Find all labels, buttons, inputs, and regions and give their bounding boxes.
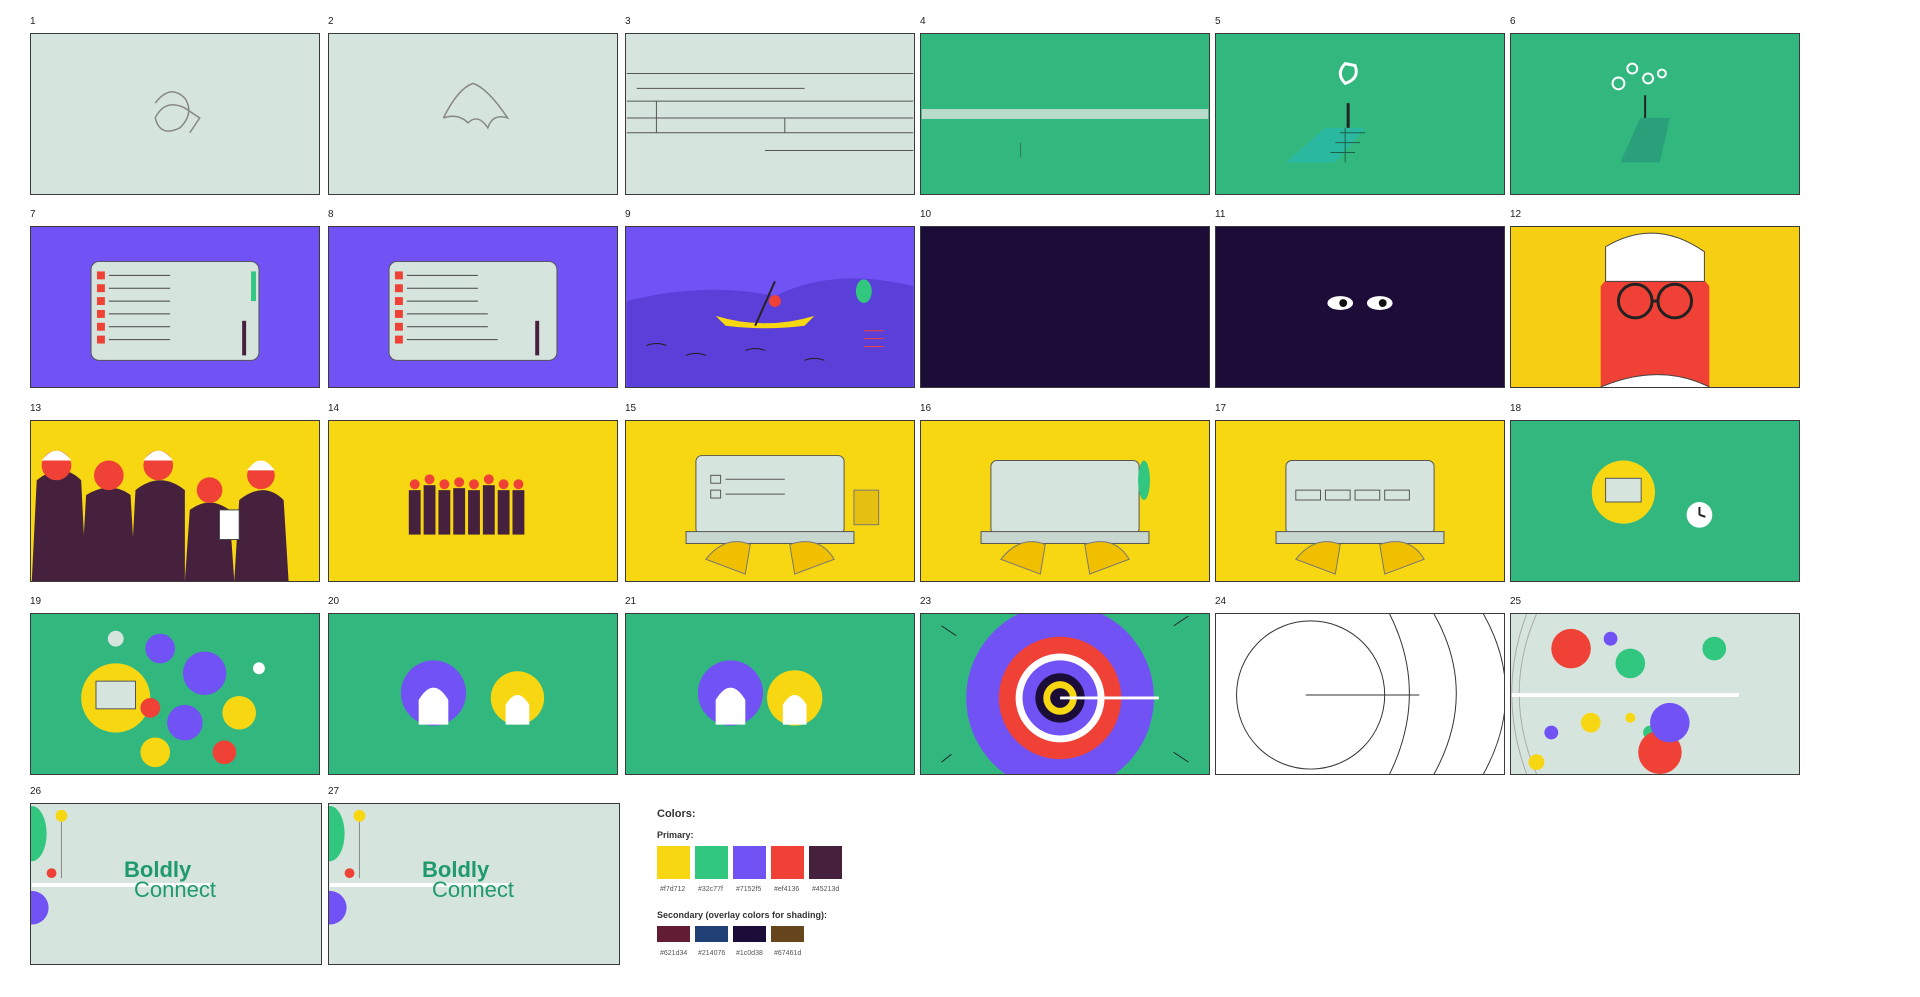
laptop-hands — [685, 455, 880, 575]
storyboard-frame-11[interactable] — [1215, 226, 1505, 388]
checklist-board — [388, 261, 558, 361]
frame-number: 21 — [625, 596, 637, 607]
color-swatch — [695, 926, 728, 942]
storyboard-frame-12[interactable] — [1510, 226, 1800, 388]
frame-number: 27 — [328, 786, 340, 797]
color-hex: #32c77f — [698, 886, 723, 893]
storyboard-frame-16[interactable] — [920, 420, 1210, 582]
storyboard-frame-8[interactable] — [328, 226, 618, 388]
storyboard-frame-6[interactable] — [1510, 33, 1800, 195]
sketch-shape — [442, 82, 510, 130]
crowd-row — [408, 474, 525, 535]
frame-number: 11 — [1215, 209, 1226, 220]
frame-number: 25 — [1510, 596, 1522, 607]
frame-number: 15 — [625, 403, 637, 414]
stairs-bubbles — [1611, 62, 1670, 163]
frame-number: 26 — [30, 786, 42, 797]
frame-number: 23 — [920, 596, 932, 607]
circle-laptop-clock — [1591, 460, 1713, 528]
color-hex: #214076 — [698, 950, 726, 957]
eyes-in-dark — [1327, 296, 1393, 310]
frame-number: 14 — [328, 403, 340, 414]
logo-wordmark-line2: Connect — [432, 877, 514, 902]
color-hex: #7152f5 — [736, 886, 762, 893]
color-hex: #f7d712 — [660, 886, 686, 893]
checklist-board — [90, 261, 260, 361]
outline-circles — [1236, 614, 1504, 774]
frame-number: 4 — [920, 16, 926, 27]
frame-number: 17 — [1215, 403, 1227, 414]
frame-number: 19 — [30, 596, 42, 607]
frame-number: 10 — [920, 209, 932, 220]
primary-label: Primary: — [657, 830, 694, 840]
frame-number: 16 — [920, 403, 932, 414]
storyboard-frame-9[interactable] — [625, 226, 915, 388]
stairs-figure — [1285, 62, 1365, 163]
storyboard-frame-13[interactable] — [30, 420, 320, 582]
frame-number: 6 — [1510, 16, 1516, 27]
storyboard-frame-18[interactable] — [1510, 420, 1800, 582]
secondary-label: Secondary (overlay colors for shading): — [657, 910, 828, 920]
color-hex: #621d34 — [660, 950, 688, 957]
storyboard-frame-25[interactable] — [1510, 613, 1800, 775]
network-bubbles — [1511, 614, 1739, 774]
storyboard-frame-10[interactable] — [920, 226, 1210, 388]
horizon-band — [921, 109, 1209, 158]
color-swatch — [771, 926, 804, 942]
color-swatch — [657, 846, 690, 879]
frame-number: 20 — [328, 596, 340, 607]
storyboard-frame-1[interactable] — [30, 33, 320, 195]
logo-wordmark-line2: Connect — [134, 877, 216, 902]
storyboard-frame-21[interactable] — [625, 613, 915, 775]
color-hex: #67461d — [774, 950, 802, 957]
colors-title: Colors: — [657, 808, 696, 820]
frame-number: 7 — [30, 209, 36, 220]
color-swatch — [771, 846, 804, 879]
storyboard-frame-27[interactable]: Boldly Connect — [328, 803, 620, 965]
line-sketch — [626, 73, 914, 152]
frame-number: 13 — [30, 403, 42, 414]
storyboard-frame-23[interactable] — [920, 613, 1210, 775]
high-five-bubbles — [697, 660, 823, 726]
storyboard-frame-2[interactable] — [328, 33, 618, 195]
storyboard-frame-7[interactable] — [30, 226, 320, 388]
frame-number: 8 — [328, 209, 334, 220]
storyboard-frame-26[interactable]: Boldly Connect — [30, 803, 322, 965]
frame-number: 5 — [1215, 16, 1221, 27]
frame-number: 2 — [328, 16, 334, 27]
laptop-hands — [980, 460, 1150, 575]
color-swatch — [695, 846, 728, 879]
frame-number: 24 — [1215, 596, 1227, 607]
sketch-doodle — [154, 91, 201, 134]
color-swatch — [809, 846, 842, 879]
storyboard-frame-14[interactable] — [328, 420, 618, 582]
storyboard-frame-19[interactable] — [30, 613, 320, 775]
color-swatch — [733, 926, 766, 942]
storyboard-frame-20[interactable] — [328, 613, 618, 775]
storyboard-frame-24[interactable] — [1215, 613, 1505, 775]
two-people-bubbles — [400, 660, 545, 726]
color-hex: #ef4136 — [774, 886, 800, 893]
frame-number: 3 — [625, 16, 631, 27]
frame-number: 9 — [625, 209, 631, 220]
target-rings — [941, 614, 1189, 774]
storyboard-frame-5[interactable] — [1215, 33, 1505, 195]
laptop-dashboard — [1275, 460, 1445, 575]
frame-number: 18 — [1510, 403, 1522, 414]
team-group — [31, 450, 289, 581]
color-hex: #45213d — [812, 886, 840, 893]
storyboard-frame-17[interactable] — [1215, 420, 1505, 582]
frame-number: 1 — [30, 16, 36, 27]
bubble-cluster — [81, 630, 265, 768]
color-swatch — [657, 926, 690, 942]
character-portrait — [1600, 232, 1710, 387]
color-swatch — [733, 846, 766, 879]
canoe-scene — [626, 278, 914, 387]
storyboard-frame-4[interactable] — [920, 33, 1210, 195]
storyboard-frame-3[interactable] — [625, 33, 915, 195]
storyboard-frame-15[interactable] — [625, 420, 915, 582]
color-hex: #1c0d38 — [736, 950, 763, 957]
frame-number: 12 — [1510, 209, 1522, 220]
